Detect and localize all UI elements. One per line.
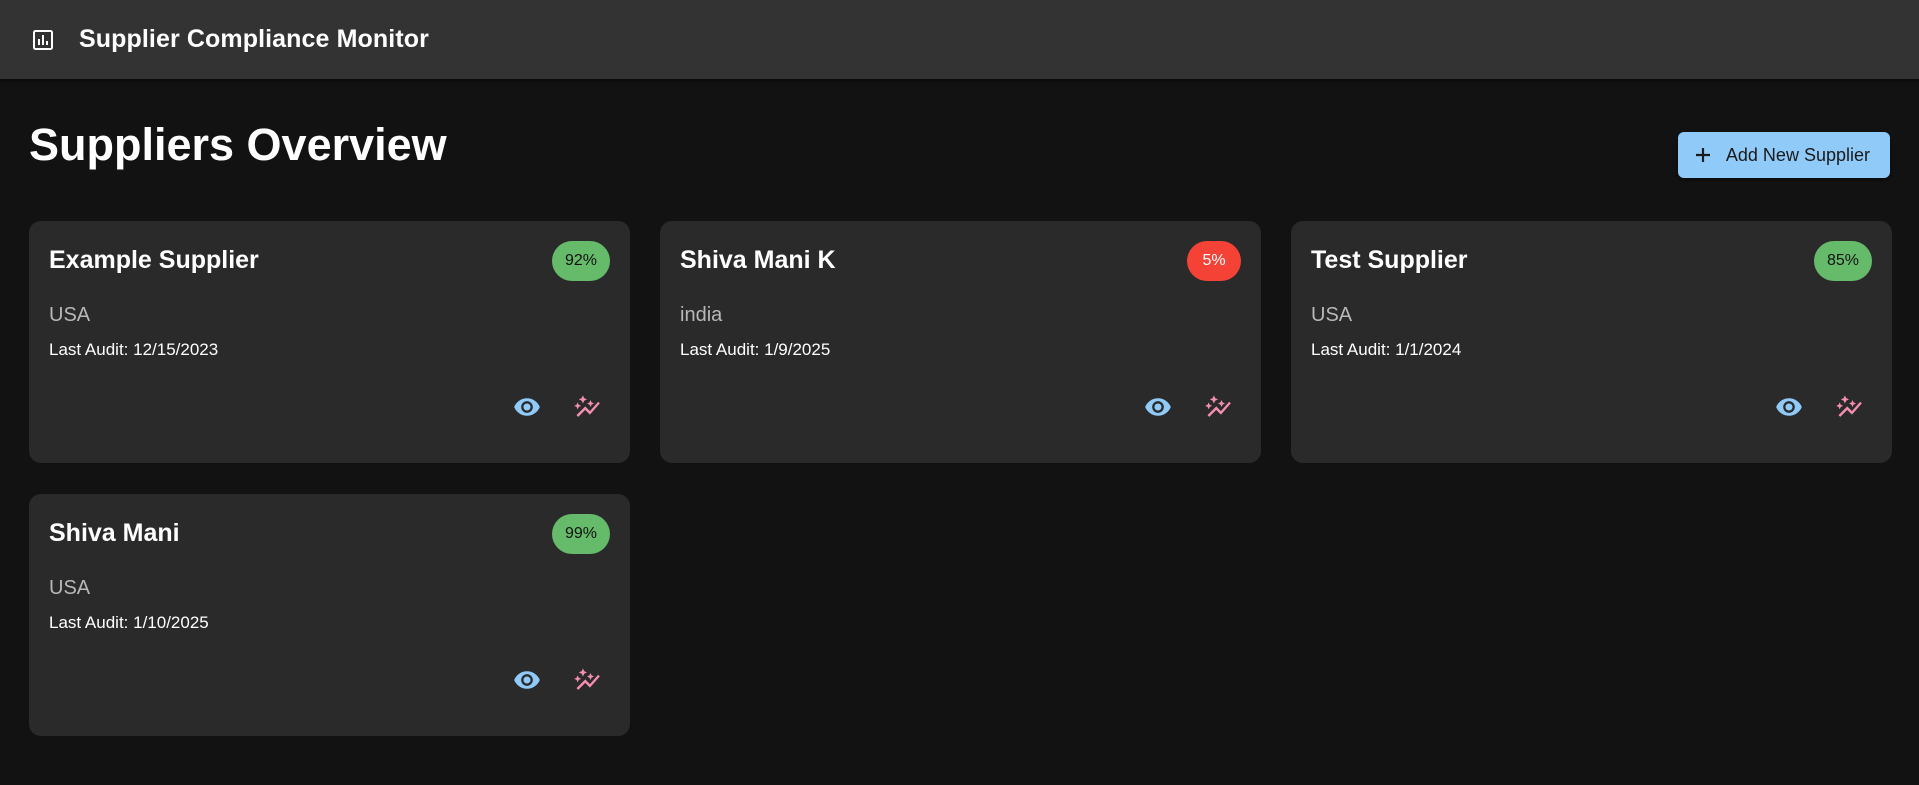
supplier-country: india bbox=[680, 304, 723, 326]
supplier-card[interactable]: Test Supplier 85% USA Last Audit: 1/1/20… bbox=[1291, 221, 1892, 463]
analytics-button[interactable] bbox=[1826, 386, 1872, 432]
eye-icon bbox=[1775, 393, 1803, 426]
card-actions bbox=[504, 386, 610, 432]
eye-icon bbox=[1144, 393, 1172, 426]
card-actions bbox=[1135, 386, 1241, 432]
auto-graph-icon bbox=[1835, 393, 1863, 426]
auto-graph-icon bbox=[573, 393, 601, 426]
supplier-name: Test Supplier bbox=[1311, 246, 1468, 274]
view-details-button[interactable] bbox=[1766, 386, 1812, 432]
supplier-card[interactable]: Shiva Mani K 5% india Last Audit: 1/9/20… bbox=[660, 221, 1261, 463]
supplier-country: USA bbox=[49, 577, 91, 599]
app-title: Supplier Compliance Monitor bbox=[79, 25, 429, 53]
last-audit-date: Last Audit: 1/10/2025 bbox=[49, 613, 209, 632]
supplier-card[interactable]: Example Supplier 92% USA Last Audit: 12/… bbox=[29, 221, 630, 463]
supplier-card[interactable]: Shiva Mani 99% USA Last Audit: 1/10/2025 bbox=[29, 494, 630, 736]
view-details-button[interactable] bbox=[1135, 386, 1181, 432]
supplier-name: Shiva Mani bbox=[49, 519, 180, 547]
page-header: Suppliers Overview Add New Supplier bbox=[29, 79, 1890, 221]
plus-icon bbox=[1694, 146, 1712, 164]
last-audit-date: Last Audit: 12/15/2023 bbox=[49, 340, 219, 359]
supplier-name: Example Supplier bbox=[49, 246, 259, 274]
supplier-grid: Example Supplier 92% USA Last Audit: 12/… bbox=[29, 221, 1892, 736]
supplier-name: Shiva Mani K bbox=[680, 246, 836, 274]
compliance-score-badge: 92% bbox=[551, 241, 610, 281]
analytics-button[interactable] bbox=[564, 659, 610, 705]
last-audit-date: Last Audit: 1/1/2024 bbox=[1311, 340, 1462, 359]
compliance-score-badge: 5% bbox=[1187, 241, 1241, 281]
supplier-country: USA bbox=[49, 304, 91, 326]
page-title: Suppliers Overview bbox=[29, 119, 447, 170]
view-details-button[interactable] bbox=[504, 659, 550, 705]
card-actions bbox=[1766, 386, 1872, 432]
compliance-score-badge: 99% bbox=[551, 514, 610, 554]
compliance-score-badge: 85% bbox=[1813, 241, 1872, 281]
main-content: Suppliers Overview Add New Supplier Exam… bbox=[0, 79, 1919, 736]
app-bar: Supplier Compliance Monitor bbox=[0, 0, 1919, 79]
add-new-supplier-label: Add New Supplier bbox=[1725, 144, 1870, 165]
eye-icon bbox=[513, 666, 541, 699]
auto-graph-icon bbox=[1204, 393, 1232, 426]
bar-chart-icon bbox=[29, 26, 57, 54]
analytics-button[interactable] bbox=[564, 386, 610, 432]
eye-icon bbox=[513, 393, 541, 426]
auto-graph-icon bbox=[573, 666, 601, 699]
analytics-button[interactable] bbox=[1195, 386, 1241, 432]
supplier-country: USA bbox=[1311, 304, 1353, 326]
add-new-supplier-button[interactable]: Add New Supplier bbox=[1677, 132, 1890, 178]
last-audit-date: Last Audit: 1/9/2025 bbox=[680, 340, 831, 359]
card-actions bbox=[504, 659, 610, 705]
view-details-button[interactable] bbox=[504, 386, 550, 432]
